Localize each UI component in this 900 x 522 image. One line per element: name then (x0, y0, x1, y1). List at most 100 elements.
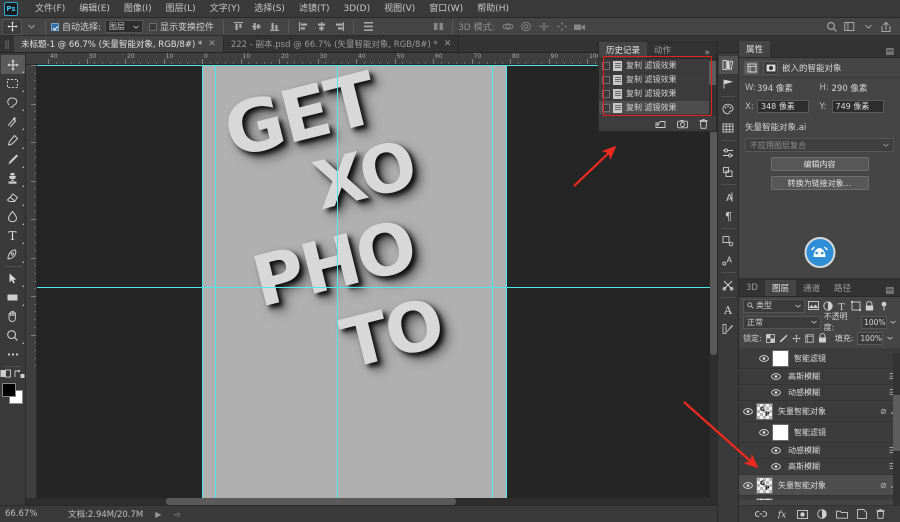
edit-contents-button[interactable]: 编辑内容 (770, 157, 869, 171)
move-tool[interactable] (0, 55, 25, 74)
layers-scrollbar-thumb[interactable] (893, 395, 900, 451)
type-tool[interactable]: T (1, 226, 25, 245)
auto-select-checkbox[interactable] (51, 22, 59, 31)
menu-3d[interactable]: 3D(D) (336, 0, 377, 18)
canvas-horizontal-scrollbar-thumb[interactable] (166, 498, 456, 505)
history-scrollbar-thumb[interactable] (709, 61, 716, 85)
layer-visibility-icon[interactable] (739, 481, 756, 489)
new-document-from-state-icon[interactable] (655, 119, 666, 129)
character-styles-icon[interactable] (719, 232, 738, 250)
layer-row[interactable]: 高斯模糊☰ (739, 369, 900, 385)
layer-visibility-icon[interactable] (767, 447, 784, 454)
align-bottom-icon[interactable] (267, 20, 281, 34)
opacity-input[interactable]: 100% (861, 315, 888, 329)
menu-image[interactable]: 图像(I) (117, 0, 159, 18)
layer-row[interactable]: GP矢量智能对象⊘ ⌄ (739, 475, 900, 496)
roll-3d-icon[interactable] (519, 20, 533, 34)
history-scrollbar[interactable] (709, 59, 716, 119)
layer-visibility-icon[interactable] (739, 407, 756, 415)
search-icon[interactable] (825, 20, 839, 34)
add-mask-icon[interactable] (796, 509, 808, 519)
filter-smartobject-icon[interactable] (864, 299, 875, 312)
filter-toggle-icon[interactable] (878, 299, 889, 312)
share-icon[interactable] (879, 20, 893, 34)
layer-visibility-icon[interactable] (767, 463, 784, 470)
zoom-tool[interactable] (1, 326, 25, 345)
layer-filter-kind-dropdown[interactable]: 类型 (743, 298, 805, 313)
layer-thumbnail[interactable]: GP (756, 402, 773, 420)
pen-tool[interactable] (1, 245, 25, 264)
smart-object-icon[interactable] (744, 60, 759, 75)
close-icon[interactable]: ✕ (208, 39, 216, 49)
align-hcenter-icon[interactable] (314, 20, 328, 34)
align-vcenter-icon[interactable] (249, 20, 263, 34)
menu-filter[interactable]: 滤镜(T) (292, 0, 337, 18)
layer-visibility-icon[interactable] (767, 373, 784, 380)
lock-image-icon[interactable] (779, 334, 788, 343)
layer-comp-dropdown[interactable]: 不应用图层复合 (745, 138, 894, 152)
foreground-color-swatch[interactable] (1, 383, 16, 397)
history-state-checkbox[interactable] (602, 75, 610, 84)
menu-help[interactable]: 帮助(H) (470, 0, 516, 18)
swatches-grid-icon[interactable] (719, 119, 738, 137)
rectangle-shape-tool[interactable] (1, 288, 25, 307)
color-swatch-icon[interactable] (719, 100, 738, 118)
mask-icon[interactable] (763, 60, 778, 75)
hand-tool[interactable] (1, 307, 25, 326)
panel-menu-icon[interactable]: ▤ (885, 286, 900, 296)
layers-scrollbar[interactable] (893, 353, 900, 505)
layer-visibility-icon[interactable] (755, 354, 772, 362)
convert-to-linked-button[interactable]: 转换为链接对象... (770, 176, 869, 190)
brush-presets-icon[interactable] (719, 320, 738, 338)
align-right-icon[interactable] (332, 20, 346, 34)
layer-visibility-icon[interactable] (755, 428, 772, 436)
character-icon[interactable]: A (719, 188, 738, 206)
history-state-checkbox[interactable] (602, 103, 610, 112)
history-icon[interactable] (718, 56, 738, 74)
x-input[interactable]: 348 像素 (757, 100, 809, 113)
canvas-horizontal-scrollbar[interactable] (26, 498, 717, 505)
layer-row[interactable]: 智能滤镜 (739, 422, 900, 443)
blend-mode-dropdown[interactable]: 正常 (743, 315, 821, 329)
layer-row[interactable]: 动感模糊☰ (739, 385, 900, 401)
tab-channels[interactable]: 通道 (796, 280, 827, 296)
lock-all-icon[interactable] (818, 333, 827, 343)
slide-3d-icon[interactable] (555, 20, 569, 34)
history-state-row[interactable]: 复制 滤镜效果 (599, 87, 716, 101)
tab-layers[interactable]: 图层 (764, 280, 796, 296)
history-state-row[interactable]: 复制 滤镜效果 (599, 101, 716, 115)
menu-window[interactable]: 窗口(W) (422, 0, 470, 18)
show-transform-controls-checkbox[interactable] (149, 22, 158, 31)
history-state-row[interactable]: 复制 滤镜效果 (599, 73, 716, 87)
history-state-checkbox[interactable] (602, 61, 610, 70)
layer-row[interactable]: 智能滤镜 (739, 348, 900, 369)
tab-paths[interactable]: 路径 (827, 280, 858, 296)
layer-row[interactable]: 动感模糊☰ (739, 443, 900, 459)
paragraph-icon[interactable]: ¶ (719, 207, 738, 225)
brush-tool[interactable] (1, 150, 25, 169)
panel-menu-icon[interactable]: ▤ (885, 47, 900, 57)
color-swatches[interactable] (1, 383, 24, 405)
layer-list[interactable]: 智能滤镜高斯模糊☰动感模糊☰GP矢量智能对象⊘ ⌄智能滤镜动感模糊☰高斯模糊☰G… (739, 348, 900, 500)
more-tools-icon[interactable] (1, 345, 25, 364)
new-snapshot-icon[interactable] (677, 119, 688, 129)
rectangular-marquee-tool[interactable] (1, 74, 25, 93)
document-tab-untitled-1[interactable]: 未标题-1 @ 66.7% (矢量智能对象, RGB/8#) * ✕ (14, 36, 224, 52)
adjustment-layer-icon[interactable] (816, 509, 827, 519)
menu-edit[interactable]: 编辑(E) (72, 0, 117, 18)
history-state-row[interactable]: 复制 滤镜效果 (599, 59, 716, 73)
link-layers-icon[interactable] (754, 510, 767, 518)
history-state-list[interactable]: 复制 滤镜效果 复制 滤镜效果 复制 滤镜效果 复制 滤镜效果 (599, 59, 716, 119)
chevron-down-icon[interactable] (861, 20, 875, 34)
vertical-ruler[interactable] (26, 65, 37, 505)
status-expand-icon[interactable]: ▶ (155, 510, 161, 519)
blur-tool[interactable] (1, 207, 25, 226)
layer-comps-icon[interactable] (719, 163, 738, 181)
menu-select[interactable]: 选择(S) (247, 0, 292, 18)
glyphs-icon[interactable]: A (719, 301, 738, 319)
adjustments-icon[interactable] (719, 144, 738, 162)
edit-in-quickmask-icon[interactable] (0, 369, 11, 379)
layer-row[interactable]: 高斯模糊☰ (739, 459, 900, 475)
align-top-icon[interactable] (231, 20, 245, 34)
paragraph-styles-icon[interactable]: A (719, 251, 738, 269)
